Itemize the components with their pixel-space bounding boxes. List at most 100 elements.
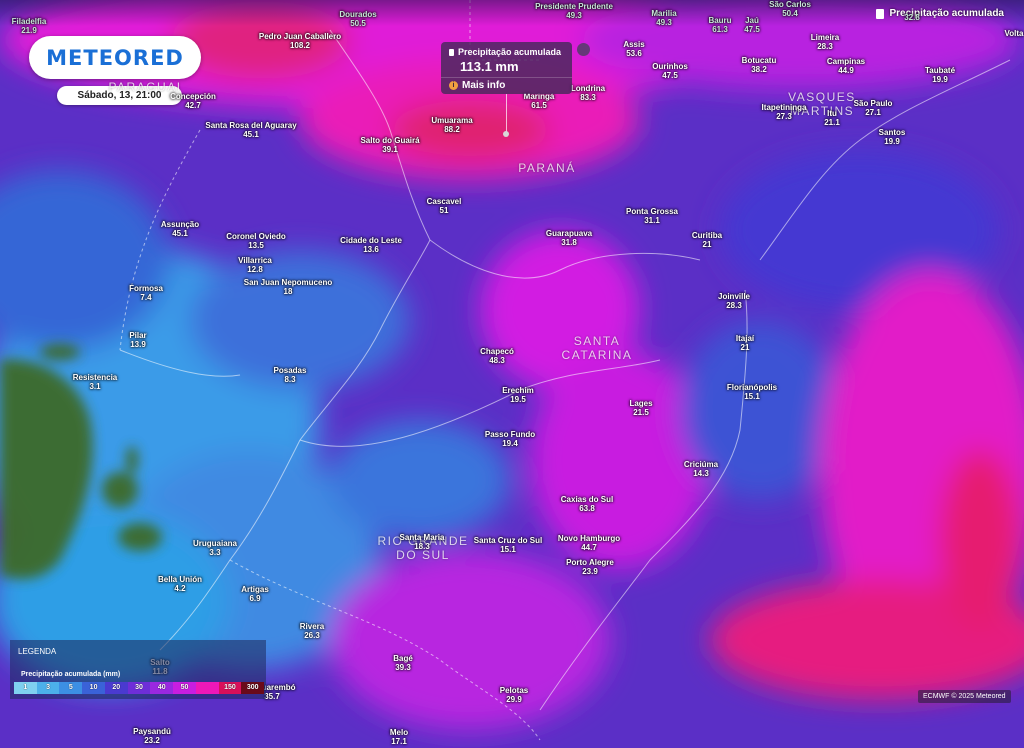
city-label[interactable]: Assis 53.6 [623,40,644,58]
city-label[interactable]: Botucatu 38.2 [742,56,777,74]
city-label[interactable]: Formosa 7.4 [129,284,163,302]
city-label[interactable]: Porto Alegre 23.9 [566,558,614,576]
meteored-logo[interactable]: METEORED [29,36,201,79]
layer-title[interactable]: Precipitação acumulada [875,8,1004,19]
city-label[interactable]: Paysandú 23.2 [133,727,171,745]
tooltip-anchor-dot [503,131,509,137]
city-precip-value: 48.3 [489,356,505,365]
city-label[interactable]: Limeira 28.3 [811,33,839,51]
tooltip-title: Precipitação acumulada [458,47,562,57]
city-precip-value: 15.1 [744,392,760,401]
tooltip-close-button[interactable] [577,43,590,56]
legend-step: 40 [150,682,174,694]
city-name: Pilar [129,331,147,340]
city-name: Posadas [273,366,307,375]
city-label[interactable]: Bauru 61.3 [708,16,731,34]
city-name: Joinville [717,292,751,301]
city-label[interactable]: Presidente Prudente 49.3 [535,2,613,20]
city-label[interactable]: Volta [1005,29,1024,38]
city-precip-value: 51 [439,206,449,215]
city-label[interactable]: Bella Unión 4.2 [158,575,202,593]
city-label[interactable]: Santa Maria 18.3 [400,533,445,551]
city-precip-value: 18 [283,287,293,296]
city-label[interactable]: Joinville 28.3 [718,292,750,310]
city-label[interactable]: Itapetininga 27.3 [762,103,807,121]
city-label[interactable]: Itajaí 21 [736,334,754,352]
city-label[interactable]: Artigas 6.9 [241,585,269,603]
city-label[interactable]: Criciúma 14.3 [684,460,718,478]
city-label[interactable]: Santa Cruz do Sul 15.1 [474,536,542,554]
city-label[interactable]: Salto do Guairá 39.1 [360,136,419,154]
city-label[interactable]: Passo Fundo 19.4 [485,430,535,448]
city-name: Itajaí [735,334,755,343]
city-precip-value: 50.4 [782,9,798,18]
city-label[interactable]: Umuarama 88.2 [431,116,472,134]
document-icon [875,8,884,19]
legend-panel[interactable]: LEGENDA Precipitação acumulada (mm) 1351… [10,640,266,699]
city-name: São Carlos [769,0,811,9]
city-label[interactable]: Rivera 26.3 [300,622,324,640]
city-precip-value: 88.2 [444,125,460,134]
city-label[interactable]: Villarrica 12.8 [238,256,272,274]
city-label[interactable]: Maringá 61.5 [524,92,555,110]
city-label[interactable]: Dourados 50.5 [339,10,376,28]
city-label[interactable]: Resistencia 3.1 [73,373,117,391]
city-name: Presidente Prudente [535,2,613,11]
city-label[interactable]: Campinas 44.9 [827,57,865,75]
city-label[interactable]: Novo Hamburgo 44.7 [558,534,620,552]
city-label[interactable]: Ponta Grossa 31.1 [626,207,678,225]
city-name: Pedro Juan Caballero [258,32,342,41]
city-label[interactable]: Pedro Juan Caballero 108.2 [259,32,341,50]
city-label[interactable]: Taubaté 19.9 [925,66,955,84]
city-precip-value: 49.3 [656,18,672,27]
city-label[interactable]: 32.8 [904,13,920,22]
city-name: Campinas [826,57,866,66]
city-label[interactable]: Bagé 39.3 [393,654,413,672]
city-label[interactable]: Ourinhos 47.5 [652,62,688,80]
city-label[interactable]: San Juan Nepomuceno 18 [244,278,332,296]
city-label[interactable]: Assunção 45.1 [161,220,199,238]
legend-step: 1 [14,682,37,694]
city-label[interactable]: Erechim 19.5 [502,386,534,404]
city-label[interactable]: Pelotas 29.9 [500,686,528,704]
city-label[interactable]: São Carlos 50.4 [769,0,811,18]
city-label[interactable]: Londrina 83.3 [571,84,605,102]
city-label[interactable]: Florianópolis 15.1 [727,383,777,401]
city-label[interactable]: Chapecó 48.3 [480,347,514,365]
city-label[interactable]: São Paulo 27.1 [854,99,893,117]
city-label[interactable]: Itu 21.1 [824,109,840,127]
city-precip-value: 83.3 [580,93,596,102]
city-label[interactable]: Guarapuava 31.8 [546,229,592,247]
city-label[interactable]: Marilia 49.3 [651,9,676,27]
city-label[interactable]: Cascavel 51 [427,197,462,215]
legend-step [195,682,219,694]
more-info-link[interactable]: i Mais info [449,80,505,91]
city-name: Bagé [393,654,413,663]
region-label: SANTA CATARINA [561,334,633,362]
city-label[interactable]: Pilar 13.9 [129,331,146,349]
legend-subtitle: Precipitação acumulada (mm) [21,671,121,678]
city-name: São Paulo [853,99,893,108]
city-precip-value: 21.1 [824,118,840,127]
city-label[interactable]: Concepción 42.7 [170,92,216,110]
city-label[interactable]: Coronel Oviedo 13.5 [226,232,286,250]
city-label[interactable]: Santa Rosa del Aguaray 45.1 [205,121,296,139]
city-label[interactable]: Cidade do Leste 13.6 [340,236,402,254]
city-label[interactable]: Posadas 8.3 [274,366,307,384]
city-name: Rivera [299,622,325,631]
city-name: Jaú [745,16,759,25]
city-label[interactable]: Lages 21.5 [629,399,652,417]
city-precip-value: 21.5 [633,408,649,417]
city-label[interactable]: Uruguaiana 3.3 [193,539,237,557]
city-label[interactable]: Caxias do Sul 63.8 [561,495,613,513]
city-label[interactable]: Melo 17.1 [390,728,408,746]
city-precip-value: 31.1 [644,216,660,225]
city-label[interactable]: Filadelfia 21.9 [12,17,47,35]
city-name: Paysandú [133,727,171,736]
city-precip-value: 8.3 [284,375,296,384]
city-precip-value: 47.5 [744,25,760,34]
city-name: Uruguaiana [192,539,238,548]
city-label[interactable]: Santos 19.9 [879,128,906,146]
city-label[interactable]: Curitiba 21 [692,231,722,249]
city-label[interactable]: Jaú 47.5 [744,16,760,34]
